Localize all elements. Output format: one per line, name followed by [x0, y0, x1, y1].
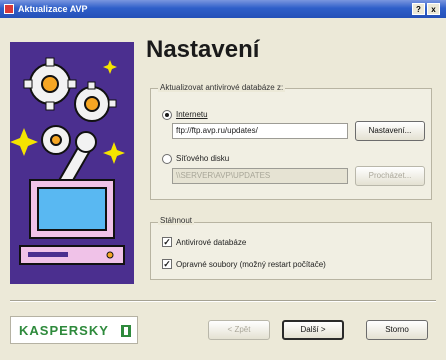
title-bar: Aktualizace AVP ? x [0, 0, 446, 18]
download-group-label: Stáhnout [158, 216, 195, 225]
close-button[interactable]: x [427, 3, 440, 15]
help-button[interactable]: ? [412, 3, 425, 15]
next-button[interactable]: Další > [282, 320, 344, 340]
logo-mark-icon [121, 325, 131, 337]
footer-separator [10, 300, 436, 302]
internet-radio[interactable] [162, 110, 172, 120]
antivirus-db-checkbox[interactable]: ✓ [162, 237, 172, 247]
gear-icon [74, 81, 117, 122]
app-icon [4, 4, 14, 14]
internet-radio-label[interactable]: Internetu [176, 110, 208, 119]
kaspersky-logo: KASPERSKY [10, 316, 138, 344]
patch-files-label[interactable]: Opravné soubory (možný restart počítače) [176, 260, 326, 269]
network-radio[interactable] [162, 154, 172, 164]
update-source-label: Aktualizovat antivirové databáze z: [158, 83, 286, 92]
wizard-illustration [10, 42, 134, 284]
cancel-button[interactable]: Storno [366, 320, 428, 340]
computer-icon [19, 179, 125, 265]
network-radio-label[interactable]: Síťového disku [176, 154, 229, 163]
internet-settings-button[interactable]: Nastavení... [355, 121, 425, 141]
patch-files-checkbox[interactable]: ✓ [162, 259, 172, 269]
antivirus-db-label[interactable]: Antivirové databáze [176, 238, 246, 247]
gear-icon [23, 57, 77, 111]
window-title: Aktualizace AVP [18, 4, 88, 14]
download-group [150, 222, 432, 280]
internet-url-field[interactable]: ftp://ftp.avp.ru/updates/ [172, 123, 348, 139]
browse-button[interactable]: Procházet... [355, 166, 425, 186]
logo-text: KASPERSKY [19, 323, 109, 338]
network-path-field[interactable]: \\SERVER\AVP\UPDATES [172, 168, 348, 184]
back-button[interactable]: < Zpět [208, 320, 270, 340]
gear-icon [41, 125, 71, 155]
page-title: Nastavení [146, 36, 260, 63]
